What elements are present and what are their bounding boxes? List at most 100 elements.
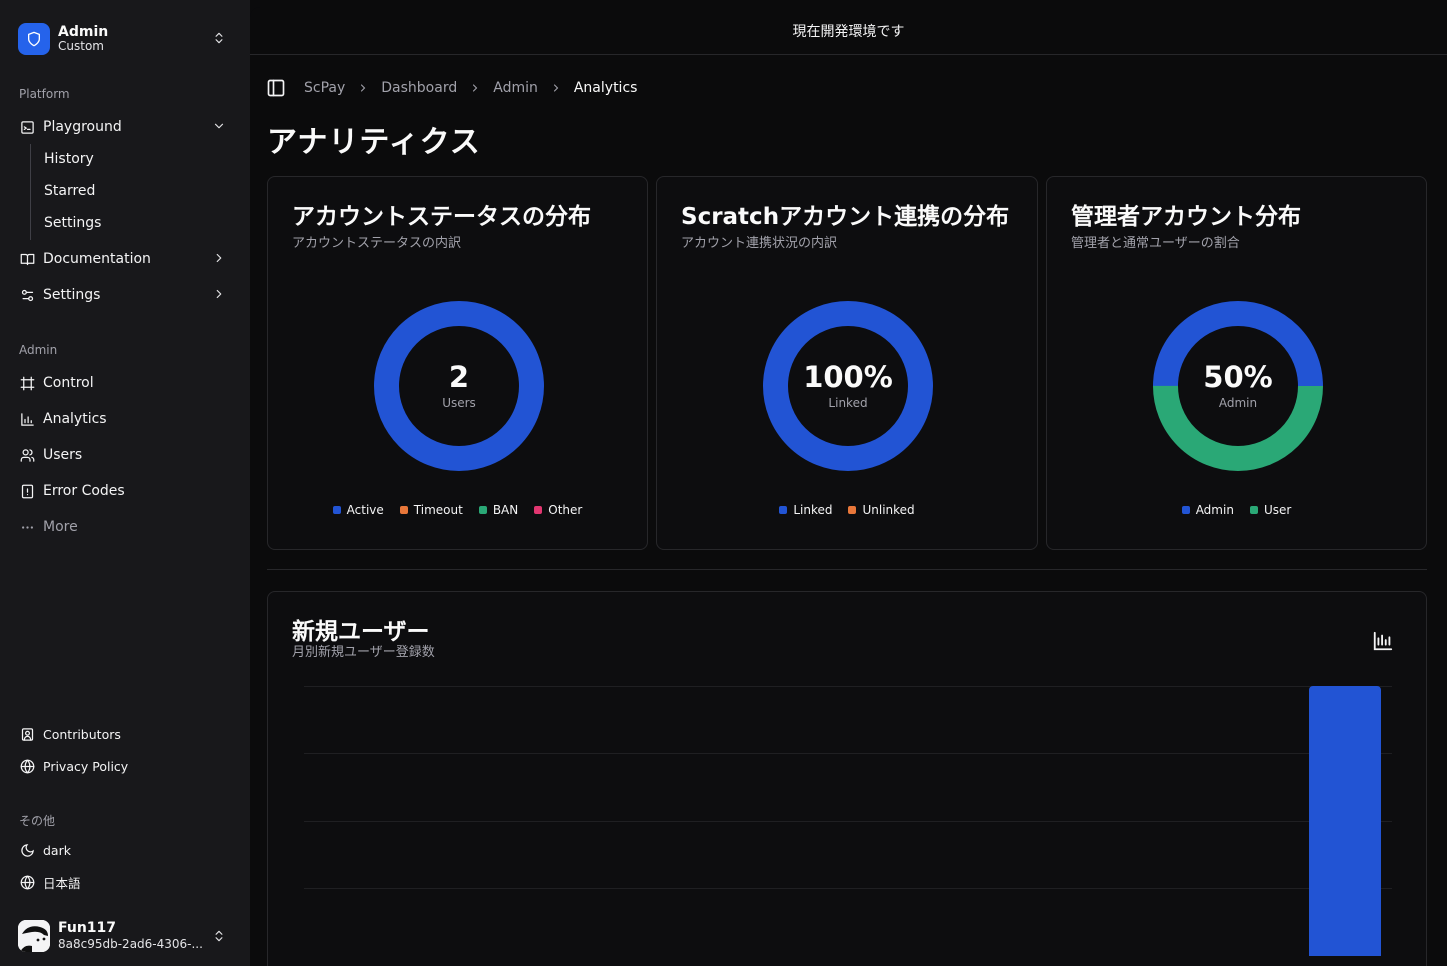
frame-icon: [19, 375, 35, 391]
scratch-link-distribution-card: Scratchアカウント連携の分布 アカウント連携状況の内訳 100% Link…: [656, 176, 1038, 550]
sidebar-toggle-icon[interactable]: [266, 78, 286, 98]
sidebar-item-label: More: [43, 519, 78, 535]
legend-swatch: [1181, 506, 1190, 514]
sidebar-link-label: Privacy Policy: [43, 758, 129, 774]
donut-center-value: 100%: [803, 360, 893, 395]
sidebar-item-analytics[interactable]: Analytics: [10, 404, 238, 434]
legend-swatch: [1249, 506, 1258, 514]
breadcrumb-item[interactable]: ScPay: [304, 80, 345, 96]
bar-chart-icon: [19, 411, 35, 427]
moon-icon: [19, 842, 35, 858]
chevron-right-icon: [212, 251, 226, 269]
sidebar-item-control[interactable]: Control: [10, 368, 238, 398]
legend-label: User: [1263, 503, 1292, 517]
settings-icon: [19, 287, 35, 303]
user-menu[interactable]: Fun117 8a8c95db-2ad6-4306-...: [10, 912, 238, 960]
donut-center-value: 2: [448, 360, 470, 395]
sidebar-item-label: Settings: [43, 287, 101, 303]
team-switcher[interactable]: Admin Custom: [10, 16, 238, 62]
file-alert-icon: [19, 483, 35, 499]
donut-center-label: Linked: [828, 395, 868, 410]
submenu-line: [30, 144, 31, 240]
sidebar-item-users[interactable]: Users: [10, 440, 238, 470]
donut-center-label: Admin: [1218, 395, 1258, 410]
theme-toggle[interactable]: dark: [10, 835, 238, 865]
language-label: 日本語: [43, 875, 81, 891]
grid-line: [304, 686, 1392, 687]
legend-swatch: [332, 506, 341, 514]
user-name: Fun117: [58, 920, 117, 937]
card-subtitle: アカウントステータスの内訳: [292, 236, 462, 251]
legend-item: Admin: [1181, 503, 1234, 517]
legend-item: Other: [534, 503, 582, 517]
chart-legend: Active Timeout BAN Other: [268, 503, 647, 517]
sidebar-subitem-history[interactable]: History: [34, 145, 224, 173]
sidebar-link-privacy-policy[interactable]: Privacy Policy: [10, 751, 238, 781]
globe-lock-icon: [19, 758, 35, 774]
chevron-right-icon: [212, 287, 226, 305]
contact-icon: [19, 726, 35, 742]
bar-chart-toggle-icon[interactable]: [1372, 630, 1394, 656]
chart-legend: Admin User: [1047, 503, 1426, 517]
breadcrumb-current: Analytics: [573, 80, 638, 96]
legend-swatch: [399, 506, 408, 514]
chevrons-up-down-icon: [212, 928, 226, 948]
terminal-icon: [19, 119, 35, 135]
sidebar-item-playground[interactable]: Playground: [10, 112, 238, 142]
legend-label: Timeout: [413, 503, 463, 517]
legend-label: BAN: [492, 503, 519, 517]
chevron-down-icon: [212, 119, 226, 137]
team-name: Admin: [58, 24, 109, 41]
sidebar-item-label: Playground: [43, 119, 122, 135]
card-title: アカウントステータスの分布: [292, 204, 591, 230]
bar-new-users[interactable]: [1309, 686, 1381, 956]
legend-item: Unlinked: [848, 503, 915, 517]
legend-item: User: [1249, 503, 1292, 517]
team-plan: Custom: [58, 39, 104, 54]
sidebar-item-more[interactable]: More: [10, 512, 238, 542]
group-label-admin: Admin: [19, 343, 58, 357]
sidebar-link-label: Contributors: [43, 726, 121, 742]
legend-label: Other: [548, 503, 583, 517]
sidebar-link-contributors[interactable]: Contributors: [10, 719, 238, 749]
avatar: [18, 920, 50, 952]
sidebar-item-settings[interactable]: Settings: [10, 280, 238, 310]
section-divider: [267, 569, 1427, 570]
breadcrumb-item[interactable]: Admin: [493, 80, 538, 96]
card-subtitle: アカウント連携状況の内訳: [681, 236, 838, 251]
globe-icon: [19, 874, 35, 890]
legend-item: Active: [332, 503, 384, 517]
sidebar-item-label: Analytics: [43, 411, 107, 427]
donut-center-value: 50%: [1203, 360, 1273, 395]
group-label-other: その他: [19, 814, 56, 828]
shield-icon: [18, 23, 50, 55]
sidebar-item-documentation[interactable]: Documentation: [10, 244, 238, 274]
breadcrumb-item[interactable]: Dashboard: [381, 80, 457, 96]
sidebar-subitem-starred[interactable]: Starred: [34, 177, 224, 205]
legend-label: Active: [346, 503, 384, 517]
status-distribution-card: アカウントステータスの分布 アカウントステータスの内訳 2 Users Acti…: [267, 176, 648, 550]
legend-item: BAN: [478, 503, 519, 517]
chevron-right-icon: [469, 82, 481, 94]
card-title: 管理者アカウント分布: [1071, 204, 1301, 230]
legend-label: Admin: [1195, 503, 1234, 517]
main-content: 現在開発環境です ScPay Dashboard Admin Analytics…: [250, 7, 1447, 966]
group-label-platform: Platform: [19, 87, 70, 101]
legend-swatch: [478, 506, 487, 514]
donut-center-label: Users: [442, 395, 476, 410]
language-switcher[interactable]: 日本語: [10, 867, 238, 897]
sidebar-item-label: Users: [43, 447, 83, 463]
more-icon: [19, 519, 35, 535]
sidebar-subitem-settings[interactable]: Settings: [34, 209, 224, 237]
legend-swatch: [779, 506, 788, 514]
sidebar-item-label: Control: [43, 375, 94, 391]
grid-line: [304, 753, 1392, 754]
legend-label: Linked: [793, 503, 833, 517]
sidebar-item-error-codes[interactable]: Error Codes: [10, 476, 238, 506]
legend-item: Timeout: [399, 503, 463, 517]
chevron-right-icon: [550, 82, 562, 94]
breadcrumb: ScPay Dashboard Admin Analytics: [266, 77, 637, 99]
book-icon: [19, 251, 35, 267]
sidebar: Admin Custom Platform Playground History…: [0, 0, 250, 966]
user-id: 8a8c95db-2ad6-4306-...: [58, 937, 203, 952]
